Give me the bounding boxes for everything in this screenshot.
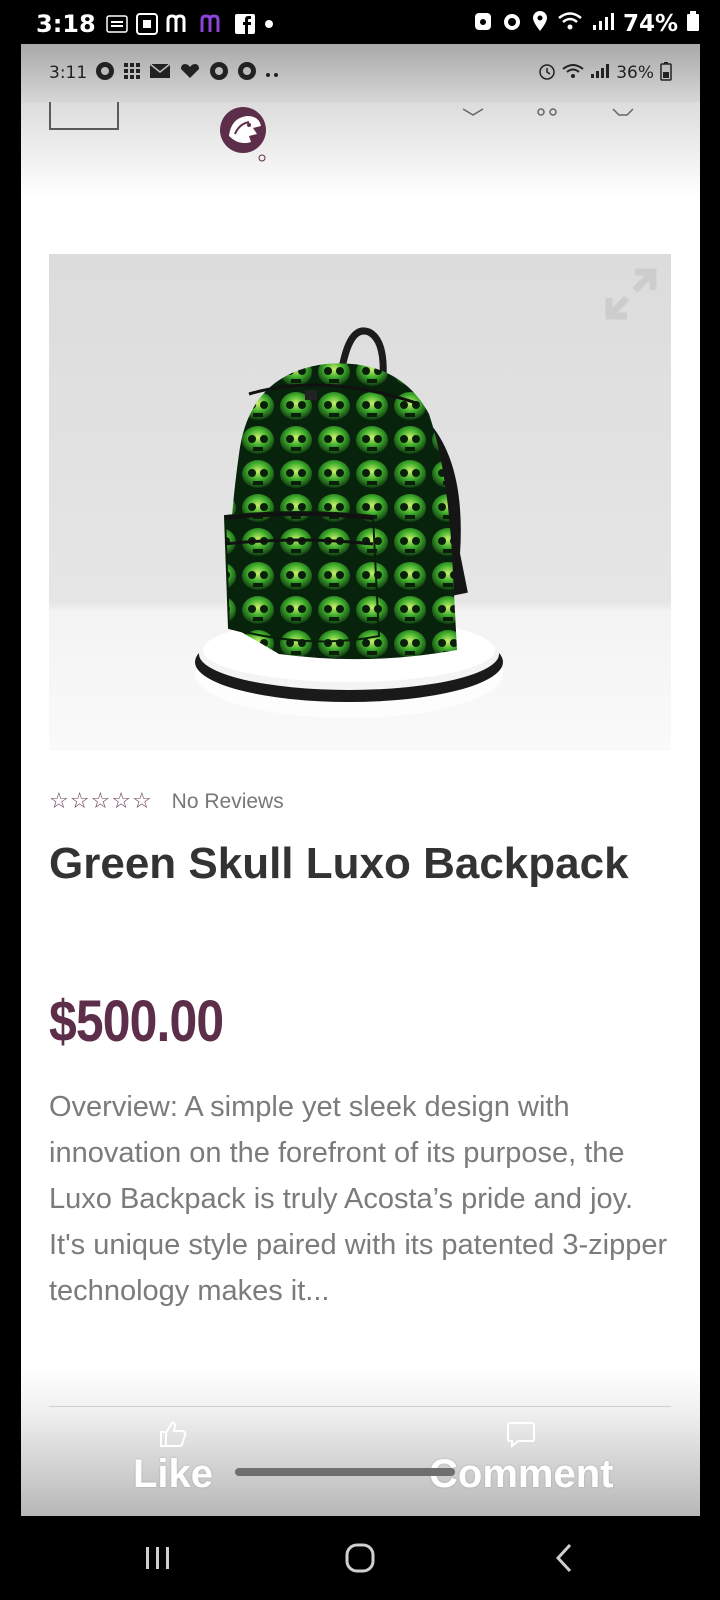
chrome-icon-2 [209, 61, 229, 86]
comment-label: Comment [429, 1452, 614, 1496]
brand-logo[interactable] [219, 106, 271, 162]
search-icon[interactable] [461, 102, 485, 121]
rating-stars: ☆ ☆ ☆ ☆ ☆ [49, 791, 152, 813]
more-notifications-icon [265, 63, 279, 83]
backpack-illustration [195, 327, 503, 718]
inner-wifi-icon [562, 63, 584, 84]
divider [49, 1406, 671, 1407]
chrome-icon [95, 61, 115, 86]
wifi-icon [557, 11, 583, 37]
recent-apps-button[interactable] [138, 1542, 178, 1574]
like-button[interactable]: Like [133, 1414, 213, 1497]
inner-battery-icon [660, 61, 672, 86]
product-description: Overview: A simple yet sleek design with… [49, 1091, 668, 1307]
account-icon[interactable] [535, 102, 559, 121]
facebook-icon [234, 13, 256, 35]
app-icon [135, 13, 158, 35]
location-icon [531, 10, 549, 38]
reviews-link[interactable]: No Reviews [172, 790, 284, 814]
facebook-action-bar: Like Comment [21, 1414, 700, 1516]
star-outline-icon: ☆ [49, 789, 69, 814]
inner-status-time: 3:11 [49, 63, 88, 83]
like-label: Like [133, 1452, 214, 1496]
messenger-m-purple-icon [200, 14, 226, 34]
heart-icon [179, 63, 201, 84]
messenger-m-icon [166, 14, 192, 34]
navigation-bar [0, 1516, 720, 1600]
comment-icon [506, 1414, 536, 1449]
home-button[interactable] [340, 1542, 380, 1574]
lock-icon [473, 10, 493, 38]
shared-screenshot: 3:11 36% ☆ ☆ ☆ ☆ ☆ No Reviews Green Skul… [21, 44, 700, 1516]
menu-button[interactable] [49, 102, 119, 130]
product-price: $500.00 [49, 989, 224, 1054]
outer-status-bar: 3:18 74% [0, 0, 720, 48]
inner-signal-icon [590, 63, 610, 84]
thumbs-up-icon [158, 1414, 188, 1447]
alarm-icon [501, 10, 523, 38]
inner-status-bar: 3:11 36% [21, 44, 700, 102]
inner-alarm-icon [538, 62, 556, 85]
temu-icon [105, 15, 128, 33]
rating-row: ☆ ☆ ☆ ☆ ☆ No Reviews [49, 790, 284, 814]
product-image[interactable] [49, 254, 671, 751]
gesture-handle [235, 1468, 455, 1476]
grid-icon [123, 62, 141, 85]
star-outline-icon: ☆ [131, 789, 152, 814]
expand-icon[interactable] [605, 268, 657, 320]
comment-button[interactable]: Comment [429, 1414, 613, 1497]
product-title: Green Skull Luxo Backpack [49, 839, 629, 888]
site-header [21, 102, 700, 222]
cart-icon[interactable] [611, 102, 635, 121]
star-outline-icon: ☆ [111, 789, 131, 814]
signal-icon [591, 11, 615, 37]
star-outline-icon: ☆ [90, 789, 111, 814]
chrome-icon-3 [237, 61, 257, 86]
battery-icon [686, 10, 700, 38]
outer-status-time: 3:18 [36, 10, 96, 38]
inner-battery-percent: 36% [616, 63, 654, 83]
dot-icon [264, 19, 274, 29]
star-outline-icon: ☆ [69, 789, 90, 814]
back-button[interactable] [544, 1542, 584, 1574]
outer-battery-percent: 74% [622, 11, 678, 37]
mail-icon [149, 62, 171, 84]
